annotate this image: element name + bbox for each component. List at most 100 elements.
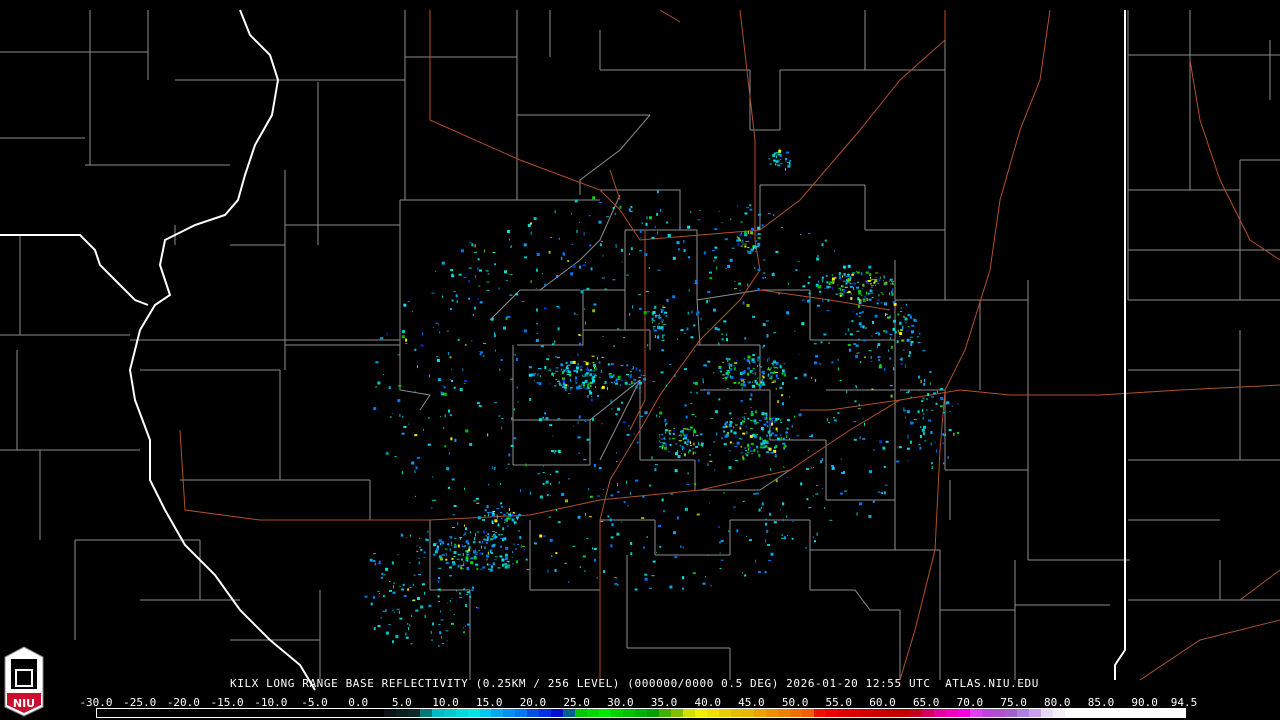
- echo-pixel: [477, 298, 479, 301]
- echo-pixel: [751, 453, 754, 455]
- echo-pixel: [450, 368, 452, 370]
- echo-pixel: [507, 516, 509, 518]
- echo-pixel: [640, 374, 642, 377]
- echo-pixel: [402, 415, 404, 418]
- echo-pixel: [449, 566, 452, 569]
- echo-pixel: [603, 383, 605, 385]
- echo-pixel: [407, 423, 409, 425]
- echo-pixel: [744, 412, 747, 414]
- echo-pixel: [544, 283, 547, 286]
- echo-pixel: [679, 226, 681, 228]
- echo-pixel: [487, 564, 491, 566]
- echo-pixel: [586, 538, 589, 539]
- echo-pixel: [500, 359, 503, 361]
- echo-pixel: [375, 361, 379, 364]
- echo-pixel: [750, 236, 752, 239]
- echo-pixel: [750, 442, 754, 445]
- echo-pixel: [634, 588, 638, 591]
- echo-pixel: [682, 432, 684, 436]
- colorbar-segment: [993, 709, 1006, 717]
- echo-pixel: [576, 230, 578, 233]
- echo-pixel: [582, 374, 584, 377]
- echo-pixel: [517, 544, 519, 546]
- echo-pixel: [406, 537, 408, 539]
- echo-pixel: [878, 359, 881, 361]
- echo-pixel: [779, 364, 781, 367]
- echo-pixel: [679, 434, 682, 436]
- echo-pixel: [695, 312, 697, 316]
- echo-pixel: [490, 538, 494, 541]
- echo-pixel: [773, 521, 777, 524]
- echo-pixel: [871, 388, 874, 390]
- echo-pixel: [638, 369, 641, 372]
- echo-pixel: [636, 441, 639, 444]
- echo-pixel: [523, 243, 527, 247]
- echo-pixel: [588, 488, 590, 491]
- echo-pixel: [647, 311, 650, 313]
- county-boundaries: [0, 10, 1280, 680]
- echo-pixel: [528, 366, 532, 369]
- echo-pixel: [409, 587, 412, 588]
- colorbar-segment: [945, 709, 958, 717]
- echo-pixel: [659, 416, 660, 418]
- colorbar-segment: [539, 709, 552, 717]
- echo-pixel: [951, 405, 953, 407]
- echo-pixel: [687, 472, 689, 475]
- echo-pixel: [894, 284, 896, 286]
- echo-pixel: [453, 545, 457, 549]
- echo-pixel: [535, 287, 537, 289]
- echo-pixel: [475, 533, 476, 537]
- echo-pixel: [745, 452, 747, 456]
- echo-pixel: [659, 411, 663, 415]
- echo-pixel: [492, 252, 496, 253]
- echo-pixel: [773, 427, 775, 429]
- echo-pixel: [786, 427, 789, 430]
- echo-pixel: [861, 288, 863, 290]
- colorbar-segment: [431, 709, 444, 717]
- echo-pixel: [658, 525, 661, 527]
- echo-pixel: [478, 285, 481, 287]
- echo-pixel: [758, 213, 761, 216]
- echo-pixel: [736, 205, 738, 207]
- echo-pixel: [736, 239, 740, 242]
- echo-pixel: [539, 495, 543, 499]
- echo-pixel: [919, 446, 922, 450]
- echo-pixel: [679, 444, 681, 447]
- echo-pixel: [474, 553, 478, 555]
- echo-pixel: [463, 563, 465, 567]
- echo-pixel: [859, 436, 861, 440]
- echo-pixel: [453, 386, 456, 389]
- echo-pixel: [434, 499, 436, 501]
- echo-pixel: [502, 514, 506, 516]
- echo-pixel: [742, 383, 746, 387]
- echo-pixel: [770, 371, 773, 374]
- echo-pixel: [483, 515, 486, 517]
- echo-pixel: [767, 425, 769, 427]
- colorbar-segment: [718, 709, 731, 717]
- echo-pixel: [377, 590, 380, 592]
- echo-pixel: [775, 374, 778, 378]
- echo-pixel: [786, 311, 790, 315]
- echo-pixel: [654, 225, 656, 228]
- colorbar-segment: [120, 709, 133, 717]
- echo-pixel: [577, 436, 581, 439]
- echo-pixel: [726, 333, 727, 336]
- echo-pixel: [687, 225, 691, 229]
- echo-pixel: [775, 250, 779, 253]
- echo-pixel: [782, 437, 785, 440]
- echo-pixel: [453, 563, 456, 566]
- echo-pixel: [452, 514, 455, 516]
- echo-pixel: [918, 375, 921, 379]
- echo-pixel: [451, 299, 454, 302]
- echo-pixel: [517, 401, 519, 403]
- echo-pixel: [427, 443, 431, 446]
- echo-pixel: [453, 614, 455, 616]
- echo-pixel: [515, 516, 519, 519]
- echo-pixel: [776, 155, 777, 159]
- echo-pixel: [905, 322, 907, 324]
- echo-pixel: [853, 343, 857, 346]
- echo-pixel: [398, 384, 402, 387]
- echo-pixel: [584, 512, 586, 516]
- echo-pixel: [742, 420, 745, 423]
- echo-pixel: [811, 466, 812, 469]
